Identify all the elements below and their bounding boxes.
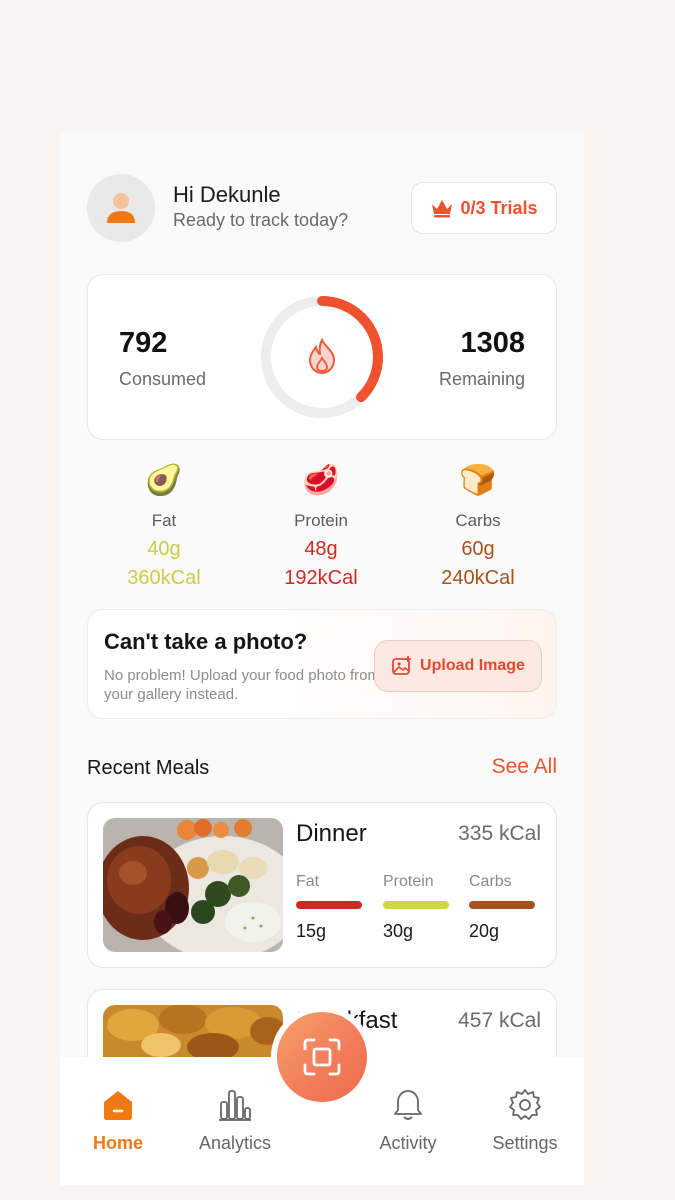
avocado-icon: 🥑	[145, 464, 183, 497]
meal-name: Dinner	[296, 820, 367, 847]
upload-description: No problem! Upload your food photo from …	[104, 667, 380, 703]
macro-name: Carbs	[455, 511, 501, 530]
analytics-icon	[219, 1090, 251, 1121]
meal-kcal: 335 kCal	[458, 822, 541, 845]
consumed-label: Consumed	[119, 369, 207, 389]
macro-fat: 🥑 Fat 40g 360kCal	[84, 461, 244, 590]
nav-settings[interactable]: Settings	[470, 1085, 580, 1154]
crown-icon	[432, 200, 453, 218]
greeting-subtitle: Ready to track today?	[173, 210, 349, 230]
macro-grams: 40g	[147, 538, 181, 560]
meal-macro-value: 20g	[469, 921, 500, 941]
meal-macro-label: Carbs	[469, 873, 512, 890]
meal-macro-value: 30g	[383, 921, 414, 941]
macro-kcal: 240kCal	[441, 567, 515, 589]
nav-analytics[interactable]: Analytics	[180, 1085, 290, 1154]
meal-photo-dinner	[103, 818, 283, 952]
bread-icon: 🍞	[459, 464, 497, 497]
meal-macro-bar	[469, 901, 535, 909]
scan-icon	[303, 1038, 341, 1076]
meal-kcal: 457 kCal	[458, 1009, 541, 1032]
macro-name: Fat	[151, 511, 177, 530]
macro-kcal: 360kCal	[127, 567, 201, 589]
meal-macro-carbs: Carbs 20g	[469, 873, 535, 942]
macro-grams: 48g	[304, 538, 338, 560]
trials-label: 0/3 Trials	[460, 197, 538, 218]
nav-label: Analytics	[198, 1133, 272, 1153]
meal-macro-fat: Fat 15g	[296, 873, 362, 942]
home-icon	[104, 1091, 132, 1120]
bell-icon	[394, 1090, 422, 1120]
consumed-value: 792	[119, 327, 168, 359]
nav-label: Activity	[379, 1133, 437, 1153]
app-screen: Hi Dekunle Ready to track today? 0/3 Tri…	[60, 133, 584, 1185]
upload-button-label: Upload Image	[420, 657, 525, 674]
upload-title: Can't take a photo?	[104, 629, 308, 654]
meal-macro-bar	[383, 901, 449, 909]
meal-macro-value: 15g	[296, 921, 327, 941]
calorie-progress-ring	[261, 296, 383, 418]
nav-activity[interactable]: Activity	[353, 1085, 463, 1154]
remaining-label: Remaining	[438, 369, 525, 389]
greeting: Hi Dekunle	[173, 182, 281, 207]
nav-label: Settings	[492, 1133, 558, 1153]
meal-macro-label: Protein	[383, 873, 434, 890]
nav-label: Home	[92, 1133, 143, 1153]
image-upload-icon	[392, 656, 412, 675]
upload-image-button[interactable]: Upload Image	[374, 640, 542, 692]
nav-home[interactable]: Home	[63, 1085, 173, 1154]
macro-protein: 🥩 Protein 48g 192kCal	[241, 461, 401, 590]
upload-prompt-card: Can't take a photo? No problem! Upload y…	[87, 609, 557, 719]
avatar[interactable]	[87, 174, 155, 242]
see-all-link[interactable]: See All	[492, 755, 557, 779]
meal-card-dinner[interactable]: Dinner 335 kCal Fat 15g Protein 30g Carb…	[87, 802, 557, 968]
steak-icon: 🥩	[302, 464, 340, 497]
macro-carbs: 🍞 Carbs 60g 240kCal	[398, 461, 558, 590]
macro-name: Protein	[294, 511, 348, 530]
meal-macro-protein: Protein 30g	[383, 873, 449, 942]
user-icon	[107, 193, 135, 223]
flame-icon	[308, 337, 336, 375]
meal-macro-label: Fat	[296, 873, 320, 890]
remaining-value: 1308	[460, 327, 525, 359]
macro-grams: 60g	[461, 538, 495, 560]
macro-kcal: 192kCal	[284, 567, 358, 589]
gear-icon	[509, 1089, 541, 1120]
recent-meals-title: Recent Meals	[87, 757, 210, 779]
meal-macro-bar	[296, 901, 362, 909]
trials-button[interactable]: 0/3 Trials	[411, 182, 557, 234]
calorie-summary-card: 792 Consumed 1308 Remaining	[87, 274, 557, 440]
scan-food-button[interactable]	[277, 1012, 367, 1102]
